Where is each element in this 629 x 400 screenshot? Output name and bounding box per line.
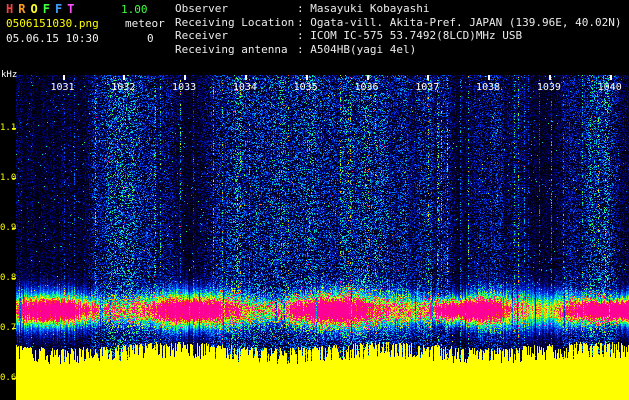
app-title-letter: F (55, 2, 62, 16)
app-title: HROFFT (6, 2, 79, 16)
station-info-label: Receiving Location (175, 16, 297, 30)
echo-count: 0 (147, 32, 154, 45)
y-axis-unit-label: kHz (1, 70, 17, 80)
app-title-letter: R (18, 2, 25, 16)
station-info-label: Receiver (175, 29, 297, 43)
station-info-value: ICOM IC-575 53.7492(8LCD)MHz USB (310, 29, 522, 42)
station-info-separator: : (297, 16, 310, 29)
app-title-letter: T (67, 2, 74, 16)
spectrogram-canvas (16, 75, 629, 400)
time-label: 1040 (598, 82, 622, 93)
y-tick-mark (12, 178, 16, 179)
station-info-value: A504HB(yagi 4el) (310, 43, 416, 56)
y-tick-mark (12, 228, 16, 229)
app-title-letter: O (30, 2, 37, 16)
y-tick-mark (12, 278, 16, 279)
station-info-label: Observer (175, 2, 297, 16)
time-label: 1037 (415, 82, 439, 93)
time-label: 1035 (294, 82, 318, 93)
station-info-row: Receiver: ICOM IC-575 53.7492(8LCD)MHz U… (175, 29, 622, 43)
station-info: Observer: Masayuki Kobayashi Receiving Lo… (175, 2, 622, 56)
time-label: 1039 (537, 82, 561, 93)
station-info-row: Observer: Masayuki Kobayashi (175, 2, 622, 16)
capture-datetime: 05.06.15 10:30 (6, 32, 99, 45)
y-tick-mark (12, 328, 16, 329)
app-title-letter: F (43, 2, 50, 16)
station-info-separator: : (297, 43, 310, 56)
time-label: 1032 (111, 82, 135, 93)
app-version: 1.00 (121, 3, 148, 16)
y-tick-mark (12, 378, 16, 379)
time-label: 1033 (172, 82, 196, 93)
station-info-label: Receiving antenna (175, 43, 297, 57)
station-info-separator: : (297, 2, 310, 15)
mode-label: meteor (125, 17, 165, 30)
app-title-letter: H (6, 2, 13, 16)
y-tick-mark (12, 128, 16, 129)
time-label: 1038 (476, 82, 500, 93)
time-label: 1034 (233, 82, 257, 93)
station-info-row: Receiving antenna: A504HB(yagi 4el) (175, 43, 622, 57)
output-filename: 0506151030.png (6, 17, 99, 30)
station-info-value: Ogata-vill. Akita-Pref. JAPAN (139.96E, … (310, 16, 621, 29)
station-info-row: Receiving Location: Ogata-vill. Akita-Pr… (175, 16, 622, 30)
time-label: 1036 (354, 82, 378, 93)
time-label: 1031 (50, 82, 74, 93)
hrofft-window: HROFFT 1.00 0506151030.png meteor 05.06.… (0, 0, 629, 400)
station-info-value: Masayuki Kobayashi (310, 2, 429, 15)
station-info-separator: : (297, 29, 310, 42)
